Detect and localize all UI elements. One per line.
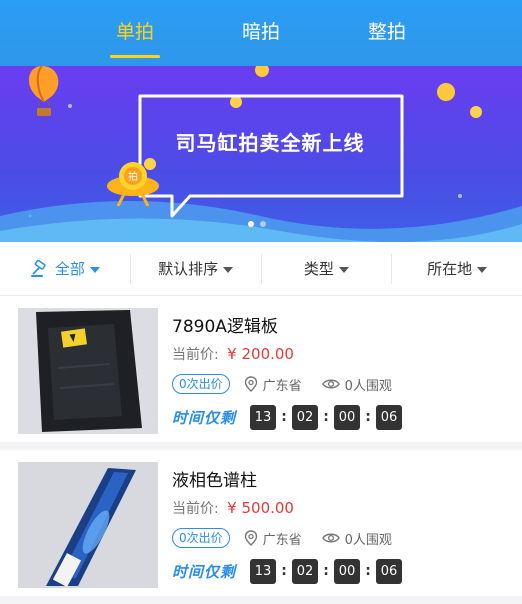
filter-location-label: 所在地 [427, 260, 473, 278]
svg-text:拍: 拍 [128, 170, 138, 183]
timer-days: 13 [250, 404, 277, 430]
timer-separator: : [365, 563, 371, 579]
product-image[interactable] [18, 308, 158, 434]
filter-type-label: 类型 [303, 260, 334, 278]
timer-seconds: 06 [376, 404, 403, 430]
list-item[interactable]: 液相色谱柱 当前价: ¥ 500.00 0次出价 广东省 0人围观 时间仅剩 1… [0, 450, 522, 604]
tab-sealed-auction[interactable]: 暗拍 [236, 9, 286, 58]
promo-banner[interactable]: 拍 司马缸拍卖全新上线 [0, 66, 522, 242]
filter-sort-label: 默认排序 [158, 260, 219, 278]
product-image[interactable] [18, 462, 158, 588]
timer-days: 13 [250, 558, 277, 584]
timer-seconds: 06 [376, 558, 403, 584]
timer-separator: : [281, 563, 287, 579]
filter-all-label: 全部 [54, 260, 85, 278]
product-image-logic-board [18, 308, 158, 434]
filter-sort[interactable]: 默认排序 [131, 253, 262, 284]
location: 广东省 [244, 375, 302, 394]
price-label: 当前价: [172, 501, 219, 517]
price-row: 当前价: ¥ 500.00 [172, 498, 512, 518]
eye-icon [321, 533, 340, 543]
item-title[interactable]: 7890A逻辑板 [172, 312, 512, 337]
item-title[interactable]: 液相色谱柱 [172, 466, 512, 491]
balloon-icon [28, 66, 59, 116]
auction-list: 7890A逻辑板 当前价: ¥ 200.00 0次出价 广东省 0人围观 时间仅… [0, 296, 522, 604]
location-text: 广东省 [262, 532, 302, 548]
view-count: 0人围观 [321, 529, 392, 548]
meta-row: 0次出价 广东省 0人围观 [172, 373, 512, 395]
timer-separator: : [323, 563, 329, 579]
timer-minutes: 00 [334, 404, 361, 430]
price-row: 当前价: ¥ 200.00 [172, 344, 512, 364]
carousel-dot[interactable] [260, 221, 266, 227]
location: 广东省 [244, 529, 302, 548]
timer-label: 时间仅剩 [172, 562, 237, 581]
eye-icon [321, 379, 340, 389]
carousel-dot[interactable] [248, 221, 254, 227]
current-price: ¥ 200.00 [227, 345, 294, 363]
bid-count-badge: 0次出价 [172, 528, 230, 548]
timer-minutes: 00 [334, 558, 361, 584]
chevron-down-icon [338, 266, 349, 273]
gavel-icon [30, 259, 46, 277]
timer-separator: : [323, 409, 329, 425]
location-pin-icon [244, 376, 257, 392]
timer-hours: 02 [292, 558, 319, 584]
tab-lot-auction[interactable]: 整拍 [362, 9, 412, 58]
meta-row: 0次出价 广东省 0人围观 [172, 527, 512, 549]
filter-location[interactable]: 所在地 [392, 254, 522, 284]
product-image-hplc-column [18, 462, 158, 588]
chevron-down-icon [89, 266, 100, 273]
location-text: 广东省 [262, 378, 302, 394]
bid-count-badge: 0次出价 [172, 374, 230, 394]
filter-type[interactable]: 类型 [262, 253, 393, 284]
timer-hours: 02 [292, 404, 319, 430]
countdown-timer: 时间仅剩 13 : 02 : 00 : 06 [172, 558, 512, 584]
timer-separator: : [365, 409, 371, 425]
countdown-timer: 时间仅剩 13 : 02 : 00 : 06 [172, 404, 512, 430]
banner-title: 司马缸拍卖全新上线 [175, 131, 365, 155]
chevron-down-icon [477, 266, 488, 273]
filter-bar: 全部 默认排序 类型 所在地 [0, 242, 522, 296]
top-tab-bar: 单拍 暗拍 整拍 [0, 0, 522, 66]
timer-label: 时间仅剩 [172, 408, 237, 427]
timer-separator: : [281, 409, 287, 425]
tab-single-auction[interactable]: 单拍 [109, 9, 160, 58]
views-text: 0人围观 [344, 378, 392, 394]
carousel-indicator [248, 221, 266, 227]
list-item[interactable]: 7890A逻辑板 当前价: ¥ 200.00 0次出价 广东省 0人围观 时间仅… [0, 296, 522, 450]
price-label: 当前价: [172, 347, 219, 363]
views-text: 0人围观 [344, 532, 392, 548]
current-price: ¥ 500.00 [227, 499, 294, 517]
chevron-down-icon [223, 266, 234, 273]
filter-all[interactable]: 全部 [0, 253, 131, 284]
view-count: 0人围观 [321, 375, 392, 394]
location-pin-icon [244, 530, 257, 546]
